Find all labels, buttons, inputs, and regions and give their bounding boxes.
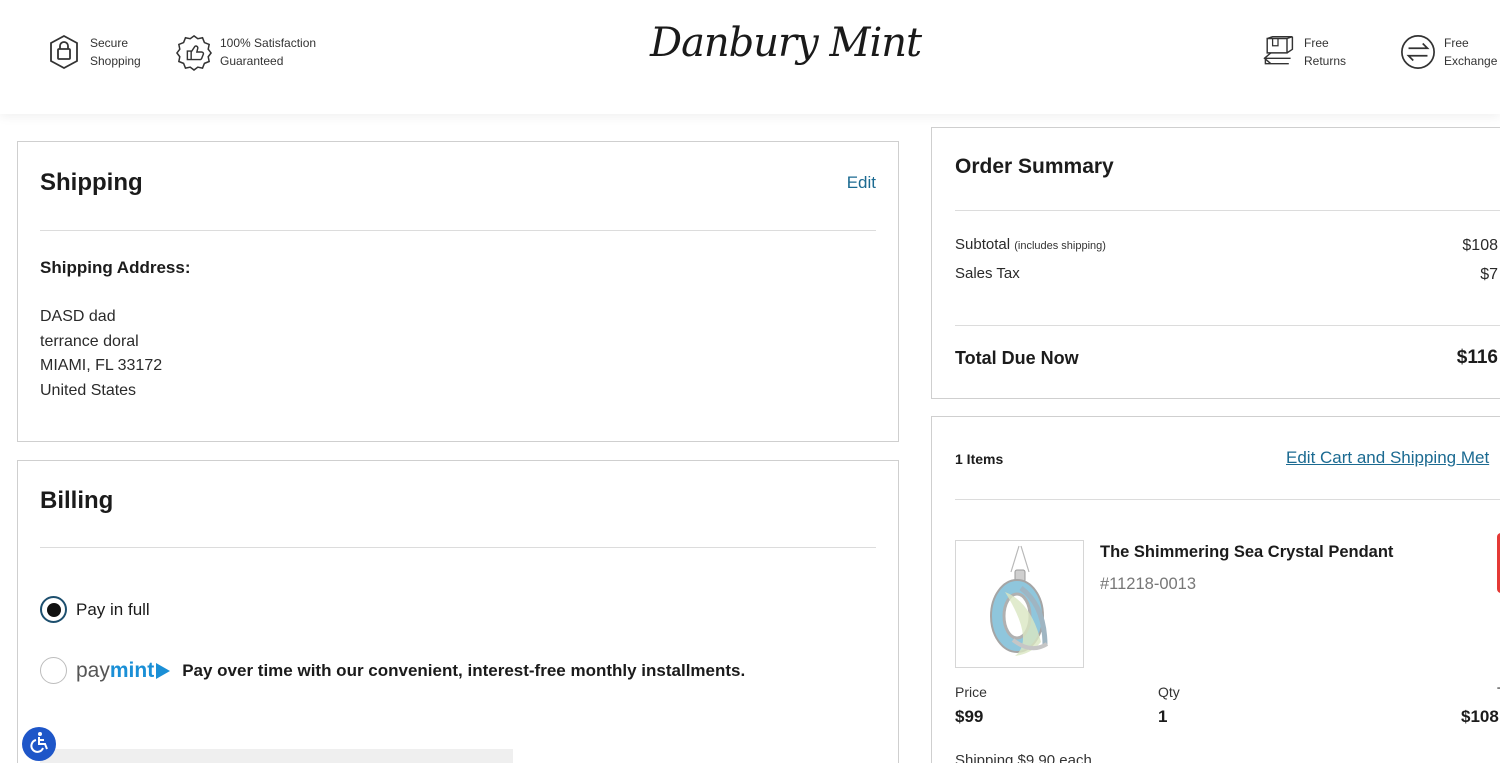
- return-box-icon: [1260, 33, 1296, 71]
- badge-line1: 100% Satisfaction: [220, 36, 317, 50]
- sales-tax-value: $7: [1480, 266, 1498, 283]
- cart-items-card: 1 Items Edit Cart and Shipping Met The S…: [931, 416, 1500, 763]
- paymint-logo-pay: pay: [76, 658, 110, 682]
- product-name[interactable]: The Shimmering Sea Crystal Pendant: [1100, 543, 1393, 562]
- edit-cart-link[interactable]: Edit Cart and Shipping Met: [1286, 448, 1489, 468]
- address-line: United States: [40, 382, 137, 400]
- order-summary-title: Order Summary: [955, 155, 1114, 178]
- divider: [955, 325, 1500, 326]
- order-summary-card: Order Summary Subtotal (includes shippin…: [931, 127, 1500, 399]
- play-arrow-icon: [156, 662, 171, 679]
- product-sku: #11218-0013: [1100, 575, 1197, 593]
- address-line: MIAMI, FL 33172: [40, 357, 163, 375]
- total-due-label: Total Due Now: [955, 348, 1079, 368]
- thumbs-up-badge-icon: [176, 33, 212, 71]
- product-image[interactable]: [955, 540, 1084, 668]
- site-header: Secure Shopping 100% Satisfaction Guarante…: [0, 0, 1500, 114]
- qty-value: 1: [1158, 707, 1168, 726]
- paymint-radio[interactable]: [40, 657, 67, 684]
- items-count: 1 Items: [955, 451, 1004, 467]
- edit-shipping-link[interactable]: Edit: [847, 173, 876, 193]
- divider: [955, 499, 1500, 500]
- pay-in-full-radio[interactable]: [40, 596, 67, 623]
- subtotal-value: $108: [1462, 237, 1498, 254]
- billing-card: Billing Pay in full pay mint Pay over tim…: [17, 460, 899, 763]
- paymint-option[interactable]: pay mint Pay over time with our convenien…: [40, 657, 745, 684]
- badge-line2: Returns: [1304, 54, 1347, 68]
- wheelchair-icon: [28, 731, 50, 758]
- secure-shopping-badge: Secure Shopping: [46, 33, 141, 71]
- billing-title: Billing: [40, 487, 114, 514]
- divider: [40, 230, 876, 231]
- accessibility-button[interactable]: [22, 727, 56, 761]
- exchange-arrows-icon: [1400, 33, 1436, 71]
- qty-label: Qty: [1158, 684, 1180, 700]
- divider: [40, 547, 876, 548]
- badge-line2: Exchange: [1444, 54, 1498, 68]
- satisfaction-badge: 100% Satisfaction Guaranteed: [176, 33, 316, 71]
- subtotal-label: Subtotal (includes shipping): [955, 236, 1106, 253]
- pay-in-full-option[interactable]: Pay in full: [40, 596, 150, 623]
- free-returns-badge: Free Returns: [1260, 33, 1346, 71]
- free-exchange-badge: Free Exchange: [1400, 33, 1497, 71]
- badge-line1: Free: [1444, 36, 1469, 50]
- sales-tax-label: Sales Tax: [955, 265, 1020, 282]
- total-due-value: $116: [1456, 347, 1498, 368]
- lock-icon: [46, 33, 82, 71]
- shipping-card: Shipping Edit Shipping Address: DASD dad…: [17, 141, 899, 442]
- payment-field[interactable]: [40, 749, 513, 763]
- subtotal-label-text: Subtotal: [955, 236, 1011, 253]
- paymint-description: Pay over time with our convenient, inter…: [182, 660, 746, 680]
- pay-in-full-label[interactable]: Pay in full: [76, 600, 150, 620]
- shipping-each-note: Shipping $9.90 each: [955, 752, 1092, 763]
- shipping-address: DASD dad terrance doral MIAMI, FL 33172 …: [40, 305, 162, 404]
- badge-line1: Secure: [90, 36, 129, 50]
- divider: [955, 210, 1500, 211]
- address-line: DASD dad: [40, 308, 116, 325]
- subtotal-note: (includes shipping): [1014, 240, 1106, 252]
- badge-line2: Shopping: [90, 54, 141, 68]
- address-line: terrance doral: [40, 332, 139, 350]
- paymint-logo: pay mint: [76, 658, 171, 683]
- shipping-address-label: Shipping Address:: [40, 258, 191, 277]
- price-label: Price: [955, 684, 987, 700]
- price-value: $99: [955, 707, 984, 726]
- danbury-mint-logo[interactable]: Danbury Mint: [650, 20, 922, 80]
- shipping-title: Shipping: [40, 169, 143, 196]
- item-total-value: $108: [1461, 707, 1499, 726]
- badge-line1: Free: [1304, 36, 1329, 50]
- badge-line2: Guaranteed: [220, 54, 284, 68]
- paymint-logo-mint: mint: [109, 658, 155, 682]
